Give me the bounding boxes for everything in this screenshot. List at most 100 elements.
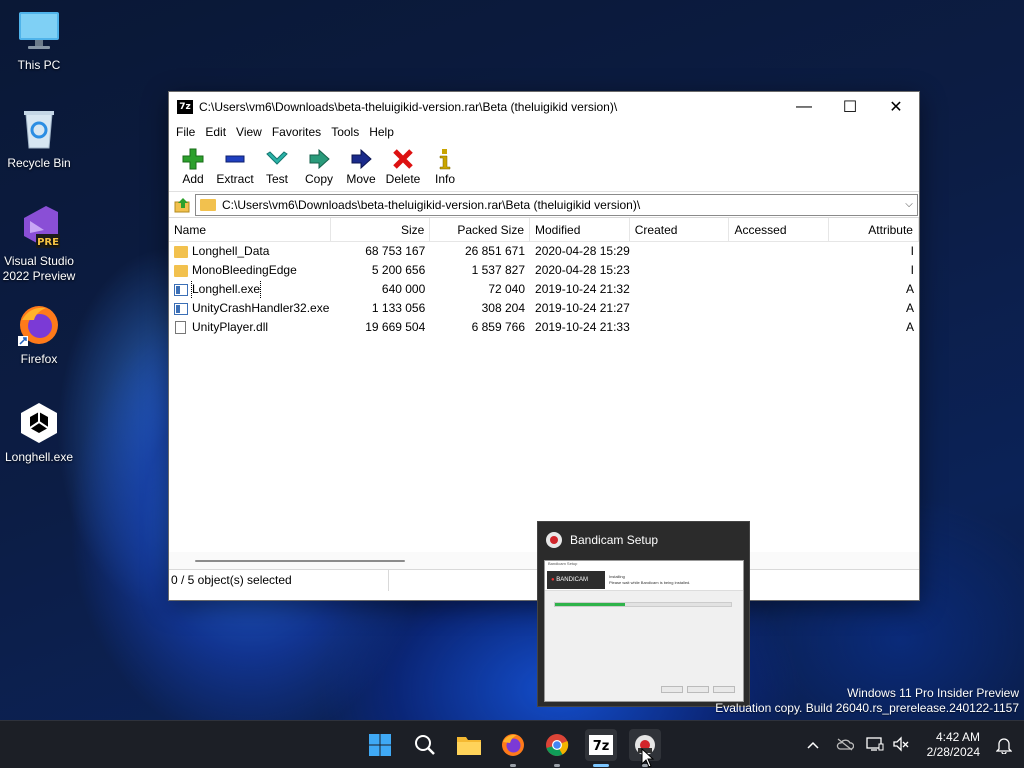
file-attributes: I xyxy=(910,244,914,258)
search-button[interactable] xyxy=(409,729,441,761)
menu-bar: File Edit View Favorites Tools Help xyxy=(169,121,919,142)
file-attributes: A xyxy=(905,282,914,296)
list-header: Name Size Packed Size Modified Created A… xyxy=(169,218,919,242)
notification-bell-icon[interactable] xyxy=(995,736,1013,757)
info-label: Info xyxy=(434,172,455,186)
volume-muted-icon[interactable] xyxy=(888,735,914,755)
table-row[interactable]: Longhell.exe 640 000 72 040 2019-10-24 2… xyxy=(169,280,919,299)
maximize-button[interactable]: ☐ xyxy=(827,92,873,121)
preview-title: Bandicam Setup xyxy=(545,561,743,569)
up-folder-icon xyxy=(174,197,190,212)
up-folder-button[interactable] xyxy=(171,194,195,216)
mouse-cursor-icon xyxy=(641,748,655,768)
start-button[interactable] xyxy=(364,729,396,761)
file-name: Longhell.exe xyxy=(190,280,262,299)
minimize-button[interactable]: — xyxy=(781,92,827,121)
taskbar: 7z 4:42 AM 2/28/2024 xyxy=(0,720,1024,768)
running-indicator xyxy=(554,764,560,767)
file-modified: 2020-04-28 15:29 xyxy=(535,244,630,258)
exe-file-icon xyxy=(174,302,188,315)
firefox-taskbar-button[interactable] xyxy=(497,729,529,767)
desktop-icon-longhell[interactable]: Longhell.exe xyxy=(1,400,77,465)
firefox-icon xyxy=(16,302,62,348)
table-row[interactable]: UnityCrashHandler32.exe 1 133 056 308 20… xyxy=(169,299,919,318)
test-label: Test xyxy=(265,172,288,186)
desktop-icon-label: This PC xyxy=(17,58,61,72)
close-button[interactable]: ✕ xyxy=(873,92,919,121)
table-row[interactable]: UnityPlayer.dll 19 669 504 6 859 766 201… xyxy=(169,318,919,337)
exe-file-icon xyxy=(174,283,188,296)
desktop-icon-firefox[interactable]: Firefox xyxy=(1,302,77,367)
menu-file[interactable]: File xyxy=(171,125,200,139)
column-accessed[interactable]: Accessed xyxy=(729,218,830,242)
recycle-bin-icon xyxy=(16,106,62,152)
folder-icon xyxy=(174,245,188,258)
thumbnail-window-preview: Bandicam Setup ● BANDICAM Installing Ple… xyxy=(544,560,744,702)
thumbnail-title: Bandicam Setup xyxy=(570,533,659,547)
add-button[interactable]: Add xyxy=(172,142,214,186)
add-label: Add xyxy=(182,172,204,186)
move-button[interactable]: Move xyxy=(340,142,382,186)
file-modified: 2019-10-24 21:32 xyxy=(535,282,630,296)
file-attributes: A xyxy=(905,301,914,315)
info-button[interactable]: Info xyxy=(424,142,466,186)
pre-badge: PRE xyxy=(37,237,59,248)
file-size: 640 000 xyxy=(381,282,426,296)
file-modified: 2019-10-24 21:27 xyxy=(535,301,630,315)
file-name: MonoBleedingEdge xyxy=(192,263,297,277)
file-size: 19 669 504 xyxy=(365,320,426,334)
watermark-line-2: Evaluation copy. Build 26040.rs_prerelea… xyxy=(715,701,1019,715)
bandicam-logo: ● BANDICAM xyxy=(547,570,605,589)
column-size[interactable]: Size xyxy=(331,218,431,242)
desktop-icon-visual-studio[interactable]: PRE Visual Studio 2022 Preview xyxy=(1,204,77,284)
address-row: C:\Users\vm6\Downloads\beta-theluigikid-… xyxy=(169,192,919,218)
chrome-taskbar-button[interactable] xyxy=(541,729,573,767)
dll-file-icon xyxy=(175,321,186,334)
delete-button[interactable]: Delete xyxy=(382,142,424,186)
file-explorer-button[interactable] xyxy=(453,729,485,761)
scrollbar-thumb[interactable] xyxy=(195,560,405,562)
column-modified[interactable]: Modified xyxy=(530,218,630,242)
menu-help[interactable]: Help xyxy=(364,125,399,139)
chrome-icon xyxy=(546,734,569,756)
address-path: C:\Users\vm6\Downloads\beta-theluigikid-… xyxy=(222,197,641,212)
7zip-app-icon: 7z xyxy=(177,99,193,114)
desktop-icon-this-pc[interactable]: This PC xyxy=(1,8,77,73)
menu-view[interactable]: View xyxy=(231,125,267,139)
file-name: UnityCrashHandler32.exe xyxy=(192,301,330,315)
logo-text: BANDICAM xyxy=(556,576,588,583)
address-bar[interactable]: C:\Users\vm6\Downloads\beta-theluigikid-… xyxy=(195,193,918,216)
chevron-down-icon[interactable]: ⌵ xyxy=(901,199,917,210)
search-icon xyxy=(415,735,435,755)
menu-edit[interactable]: Edit xyxy=(200,125,231,139)
file-size: 5 200 656 xyxy=(371,263,426,277)
add-icon xyxy=(172,148,214,170)
install-progress-bar xyxy=(554,602,732,607)
file-packed-size: 26 851 671 xyxy=(464,244,526,258)
system-clock[interactable]: 4:42 AM 2/28/2024 xyxy=(927,730,980,760)
extract-button[interactable]: Extract xyxy=(214,142,256,186)
menu-favorites[interactable]: Favorites xyxy=(267,125,326,139)
file-modified: 2019-10-24 21:33 xyxy=(535,320,630,334)
extract-icon xyxy=(214,148,256,170)
column-created[interactable]: Created xyxy=(630,218,730,242)
copy-button[interactable]: Copy xyxy=(298,142,340,186)
table-row[interactable]: Longhell_Data 68 753 167 26 851 671 2020… xyxy=(169,242,919,261)
menu-tools[interactable]: Tools xyxy=(326,125,364,139)
window-title: C:\Users\vm6\Downloads\beta-theluigikid-… xyxy=(199,99,618,114)
title-bar[interactable]: 7z C:\Users\vm6\Downloads\beta-theluigik… xyxy=(169,92,919,121)
clock-date: 2/28/2024 xyxy=(926,745,980,759)
watermark-line-1: Windows 11 Pro Insider Preview xyxy=(847,686,1019,700)
test-button[interactable]: Test xyxy=(256,142,298,186)
table-row[interactable]: MonoBleedingEdge 5 200 656 1 537 827 202… xyxy=(169,261,919,280)
chevron-up-icon[interactable] xyxy=(804,738,822,752)
desktop-icon-recycle-bin[interactable]: Recycle Bin xyxy=(1,106,77,171)
network-icon[interactable] xyxy=(862,736,888,755)
7zip-taskbar-button[interactable]: 7z xyxy=(585,729,617,767)
bandicam-thumbnail-preview[interactable]: Bandicam Setup Bandicam Setup ● BANDICAM… xyxy=(537,521,750,707)
onedrive-icon[interactable] xyxy=(828,737,862,754)
firefox-icon xyxy=(502,734,524,756)
column-attributes[interactable]: Attribute xyxy=(829,218,919,242)
column-name[interactable]: Name xyxy=(169,218,331,242)
column-packed-size[interactable]: Packed Size xyxy=(430,218,531,242)
